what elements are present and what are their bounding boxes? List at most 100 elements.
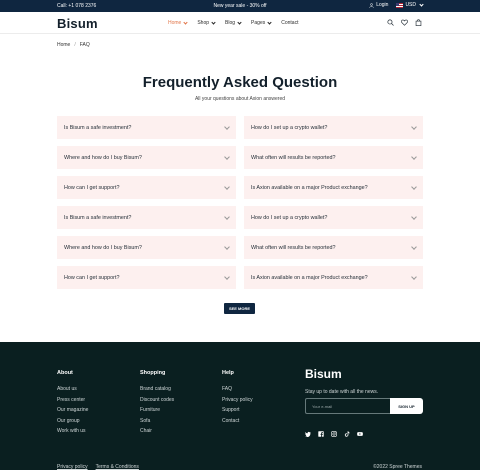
faq-question: Is Bisum a safe investment?	[64, 124, 132, 131]
topbar-right: Login USD	[369, 2, 424, 8]
faq-question: Where and how do I buy Bisum?	[64, 244, 142, 251]
faq-item[interactable]: Where and how do I buy Bisum?	[57, 236, 236, 259]
faq-question: How do I set up a crypto wallet?	[251, 214, 328, 221]
faq-item[interactable]: Is Axion available on a major Product ex…	[244, 266, 423, 289]
footer-heading: About	[57, 370, 73, 376]
announcement-bar: Call: +1 078 2376 New year sale - 30% of…	[0, 0, 480, 12]
breadcrumb-home[interactable]: Home	[57, 42, 70, 48]
currency-label: USD	[405, 2, 416, 8]
footer-logo[interactable]: Bisum	[305, 367, 378, 381]
faq-item[interactable]: Is Bisum a safe investment?	[57, 206, 236, 229]
chevron-down-icon	[419, 2, 424, 7]
faq-item[interactable]: Is Bisum a safe investment?	[57, 116, 236, 139]
faq-question: What often will results be reported?	[251, 244, 336, 251]
footer-link[interactable]: About us	[57, 386, 88, 392]
chevron-down-icon	[237, 20, 242, 25]
nav-item-blog[interactable]: Blog	[225, 20, 242, 26]
currency-selector[interactable]: USD	[396, 2, 424, 8]
legal-links: Privacy policy Terms & Conditions	[57, 464, 139, 470]
faq-item[interactable]: How can I get support?	[57, 176, 236, 199]
tiktok-icon[interactable]	[344, 424, 350, 437]
chevron-down-icon	[224, 183, 230, 190]
nav-item-shop[interactable]: Shop	[197, 20, 216, 26]
login-label: Login	[376, 2, 389, 8]
email-input[interactable]: Your e-mail	[305, 398, 390, 414]
faq-question: How can I get support?	[64, 184, 120, 191]
nav-label: Blog	[225, 20, 236, 26]
twitter-icon[interactable]	[305, 424, 311, 438]
faq-question: Is Axion available on a major Product ex…	[251, 274, 368, 281]
site-footer: About About us Press center Our magazine…	[0, 342, 480, 470]
heart-icon[interactable]	[401, 19, 408, 26]
header-icons	[387, 19, 422, 26]
terms-link[interactable]: Terms & Conditions	[96, 464, 139, 470]
faq-grid: Is Bisum a safe investment? How do I set…	[57, 116, 423, 289]
login-link[interactable]: Login	[369, 2, 388, 8]
faq-item[interactable]: How do I set up a crypto wallet?	[244, 206, 423, 229]
chevron-down-icon	[411, 153, 417, 160]
search-icon[interactable]	[387, 19, 394, 26]
footer-link[interactable]: Sofa	[140, 418, 174, 424]
chevron-down-icon	[211, 20, 216, 25]
youtube-icon[interactable]	[357, 424, 363, 436]
facebook-icon[interactable]	[318, 424, 324, 437]
footer-heading: Help	[222, 370, 234, 376]
chevron-down-icon	[224, 213, 230, 220]
footer-link[interactable]: Furniture	[140, 407, 174, 413]
chevron-down-icon	[224, 273, 230, 280]
main-nav: Home Shop Blog Pages Contact	[168, 20, 298, 26]
footer-link[interactable]: Privacy policy	[222, 397, 253, 403]
instagram-icon[interactable]	[331, 424, 337, 437]
faq-item[interactable]: How can I get support?	[57, 266, 236, 289]
footer-link[interactable]: Press center	[57, 397, 88, 403]
chevron-down-icon	[224, 243, 230, 250]
nav-item-contact[interactable]: Contact	[281, 20, 298, 26]
page-title: Frequently Asked Question	[142, 74, 338, 91]
footer-link[interactable]: FAQ	[222, 386, 253, 392]
footer-link[interactable]: Support	[222, 407, 253, 413]
footer-link[interactable]: Our magazine	[57, 407, 88, 413]
nav-label: Home	[168, 20, 182, 26]
signup-button[interactable]: SIGN UP	[390, 398, 423, 414]
footer-link[interactable]: Our group	[57, 418, 88, 424]
nav-item-home[interactable]: Home	[168, 20, 188, 26]
faq-item[interactable]: What often will results be reported?	[244, 236, 423, 259]
chevron-down-icon	[411, 273, 417, 280]
chevron-down-icon	[224, 153, 230, 160]
footer-link[interactable]: Brand catalog	[140, 386, 174, 392]
footer-link[interactable]: Contact	[222, 418, 253, 424]
bag-icon[interactable]	[415, 19, 422, 26]
see-more-button[interactable]: SEE MORE	[224, 303, 255, 314]
nav-label: Pages	[251, 20, 266, 26]
privacy-link[interactable]: Privacy policy	[57, 464, 88, 470]
chevron-down-icon	[267, 20, 272, 25]
faq-item[interactable]: Is Axion available on a major Product ex…	[244, 176, 423, 199]
footer-link[interactable]: Chair	[140, 428, 174, 434]
nav-label: Contact	[281, 20, 299, 26]
faq-item[interactable]: What often will results be reported?	[244, 146, 423, 169]
faq-question: Is Axion available on a major Product ex…	[251, 184, 368, 191]
breadcrumb-separator: /	[74, 42, 76, 48]
faq-question: How do I set up a crypto wallet?	[251, 124, 328, 131]
footer-help: Help FAQ Privacy policy Support Contact	[222, 370, 253, 428]
nav-item-pages[interactable]: Pages	[251, 20, 272, 26]
chevron-down-icon	[411, 243, 417, 250]
nav-label: Shop	[197, 20, 210, 26]
footer-about: About About us Press center Our magazine…	[57, 370, 88, 439]
faq-item[interactable]: Where and how do I buy Bisum?	[57, 146, 236, 169]
social-links	[305, 424, 363, 438]
footer-shopping: Shopping Brand catalog Discount codes Fu…	[140, 370, 174, 439]
footer-link[interactable]: Work with us	[57, 428, 88, 434]
footer-brand: Bisum Stay up to date with all the news.	[305, 367, 378, 395]
footer-link[interactable]: Discount codes	[140, 397, 174, 403]
chevron-down-icon	[411, 123, 417, 130]
faq-question: What often will results be reported?	[251, 154, 336, 161]
footer-heading: Shopping	[140, 370, 166, 376]
chevron-down-icon	[224, 123, 230, 130]
faq-item[interactable]: How do I set up a crypto wallet?	[244, 116, 423, 139]
chevron-down-icon	[411, 213, 417, 220]
logo[interactable]: Bisum	[57, 16, 98, 31]
us-flag-icon	[396, 2, 404, 8]
footer-tagline: Stay up to date with all the news.	[305, 389, 379, 395]
page-subtitle: All your questions about Axion answered	[194, 96, 286, 102]
